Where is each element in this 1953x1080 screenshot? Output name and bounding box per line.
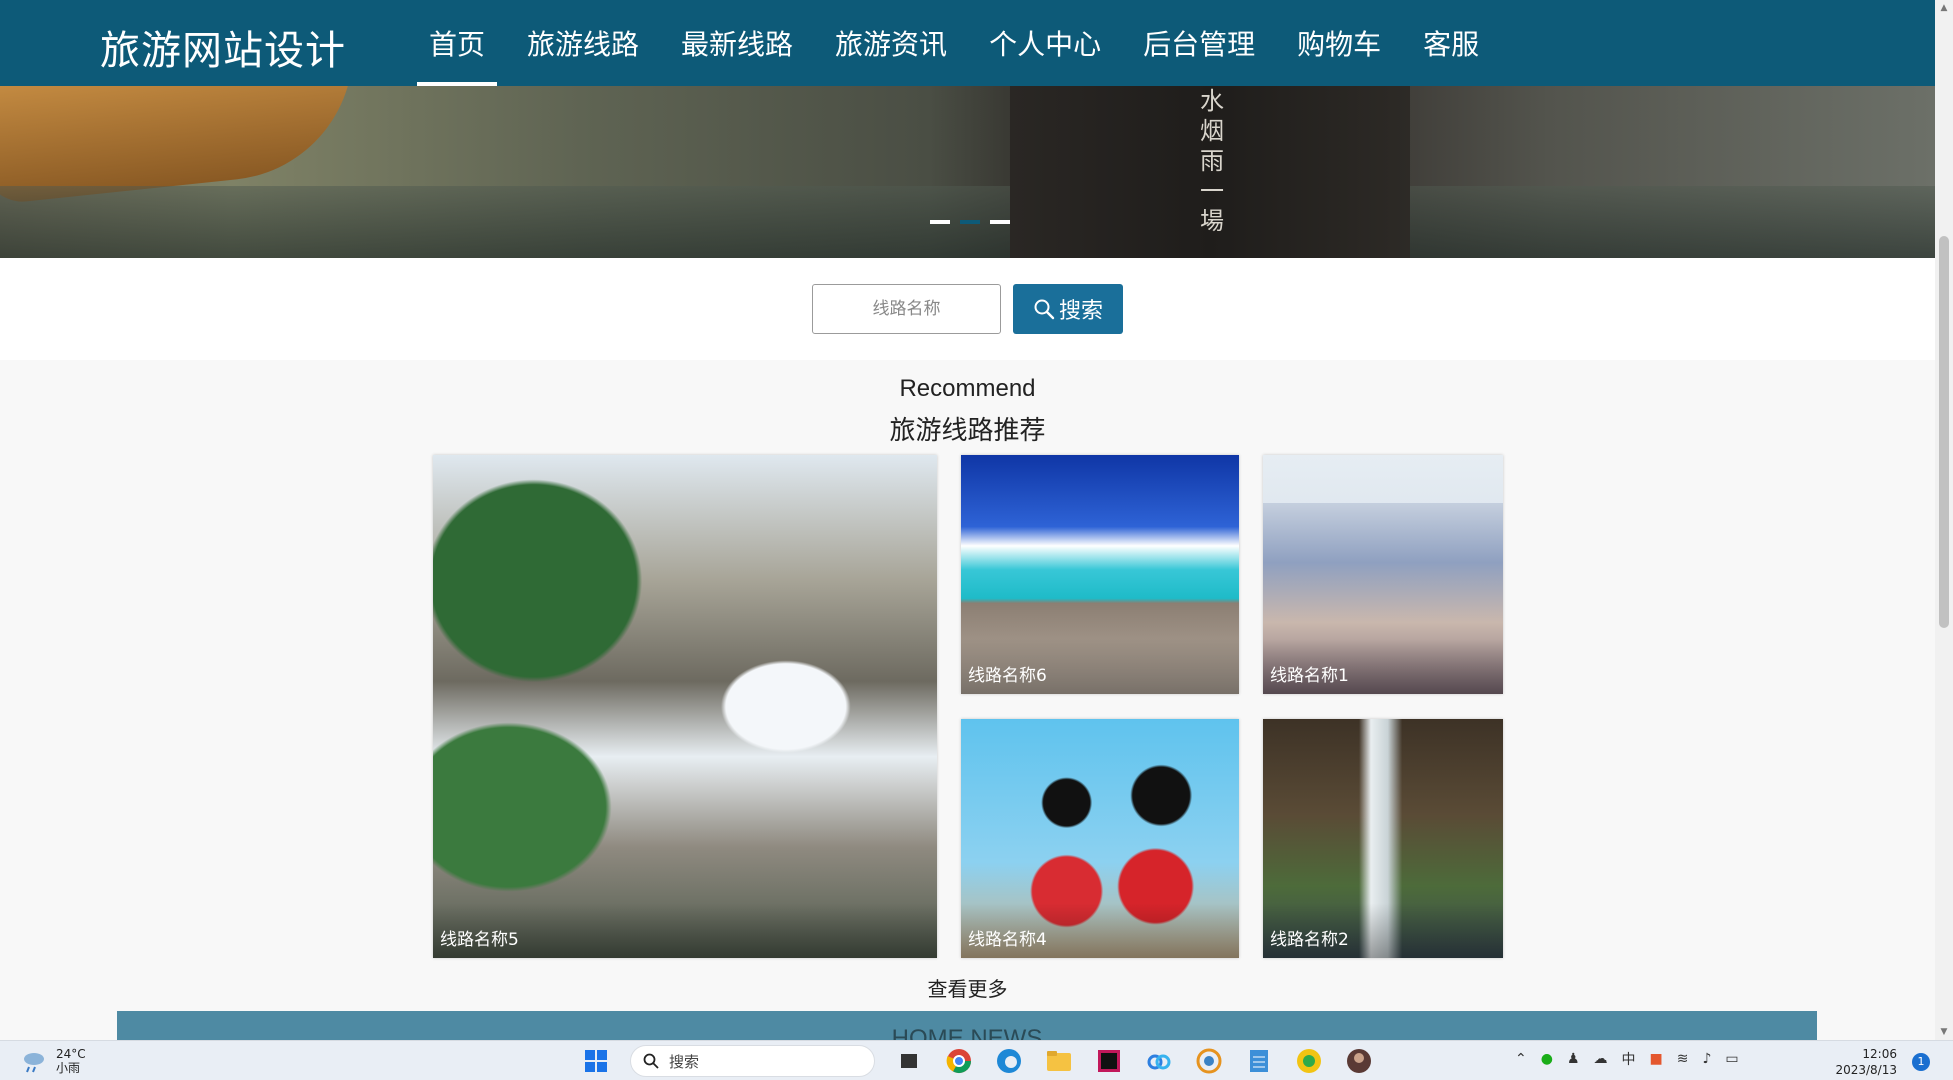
security-app-icon[interactable]: ■ xyxy=(1650,1051,1663,1067)
nav-item-cart[interactable]: 购物车 xyxy=(1283,0,1395,86)
route-card[interactable]: 线路名称1 xyxy=(1263,455,1503,694)
nav-item-customer-service[interactable]: 客服 xyxy=(1409,0,1493,86)
volume-icon[interactable]: ♪ xyxy=(1702,1051,1711,1067)
ime-indicator[interactable]: 中 xyxy=(1622,1049,1636,1069)
main-nav: 首页 旅游线路 最新线路 旅游资讯 个人中心 后台管理 购物车 客服 xyxy=(415,0,1507,86)
page-scrollbar[interactable]: ▲ ▼ xyxy=(1935,0,1953,1040)
baidu-netdisk-icon[interactable] xyxy=(1143,1045,1175,1077)
clock-date: 2023/8/13 xyxy=(1835,1063,1897,1077)
user-app-icon[interactable] xyxy=(1343,1045,1375,1077)
music-app-icon[interactable] xyxy=(1293,1045,1325,1077)
route-card[interactable]: 线路名称4 xyxy=(961,719,1239,958)
search-icon xyxy=(643,1053,659,1069)
banner-dot-2[interactable] xyxy=(960,220,980,224)
route-name-input[interactable] xyxy=(812,284,1001,334)
route-card-caption: 线路名称4 xyxy=(961,903,1239,958)
nav-item-admin[interactable]: 后台管理 xyxy=(1129,0,1269,86)
scroll-up-icon[interactable]: ▲ xyxy=(1935,0,1953,16)
route-card[interactable]: 线路名称2 xyxy=(1263,719,1503,958)
weather-temp: 24°C xyxy=(56,1047,86,1061)
browser-alt-icon[interactable] xyxy=(1193,1045,1225,1077)
search-bar: 搜索 xyxy=(812,284,1123,334)
chrome-icon[interactable] xyxy=(943,1045,975,1077)
scroll-thumb[interactable] xyxy=(1939,236,1949,628)
view-more-link[interactable]: 查看更多 xyxy=(0,973,1935,1002)
qq-icon[interactable]: ♟ xyxy=(1567,1051,1580,1067)
battery-icon[interactable]: ▭ xyxy=(1725,1051,1738,1067)
route-card-caption: 线路名称5 xyxy=(433,903,937,958)
taskbar-apps: 搜索 xyxy=(580,1045,1393,1077)
wifi-icon[interactable]: ≋ xyxy=(1677,1051,1689,1067)
task-view-icon[interactable] xyxy=(893,1045,925,1077)
news-title: HOME NEWS xyxy=(891,1025,1043,1040)
nav-item-home[interactable]: 首页 xyxy=(415,0,499,86)
banner-dots xyxy=(930,220,1010,224)
cloud-icon[interactable]: ☁ xyxy=(1594,1051,1608,1067)
weather-widget[interactable]: 24°C 小雨 xyxy=(20,1047,86,1075)
intellij-icon[interactable] xyxy=(1093,1045,1125,1077)
chevron-up-icon[interactable]: ⌃ xyxy=(1515,1051,1527,1067)
site-header: 旅游网站设计 首页 旅游线路 最新线路 旅游资讯 个人中心 后台管理 购物车 客… xyxy=(0,0,1935,86)
route-card[interactable]: 线路名称6 xyxy=(961,455,1239,694)
banner-dot-3[interactable] xyxy=(990,220,1010,224)
windows-start-icon[interactable] xyxy=(580,1045,612,1077)
file-explorer-icon[interactable] xyxy=(1043,1045,1075,1077)
nav-item-routes[interactable]: 旅游线路 xyxy=(513,0,653,86)
search-icon xyxy=(1034,299,1055,320)
route-card-caption: 线路名称6 xyxy=(961,639,1239,694)
hero-banner: 水烟雨一場 xyxy=(0,86,1935,258)
scroll-down-icon[interactable]: ▼ xyxy=(1935,1024,1953,1040)
notification-badge[interactable]: 1 xyxy=(1912,1053,1930,1071)
site-brand[interactable]: 旅游网站设计 xyxy=(100,18,346,76)
news-section: HOME NEWS xyxy=(117,1011,1817,1040)
route-card[interactable]: 线路名称5 xyxy=(433,455,937,958)
search-button-label: 搜索 xyxy=(1058,299,1103,324)
taskbar-search[interactable]: 搜索 xyxy=(630,1045,875,1077)
wechat-icon[interactable]: ● xyxy=(1541,1051,1553,1067)
system-tray: ⌃ ● ♟ ☁ 中 ■ ≋ ♪ ▭ xyxy=(1515,1049,1739,1069)
clock-time: 12:06 xyxy=(1862,1047,1897,1061)
nav-item-travel-news[interactable]: 旅游资讯 xyxy=(821,0,961,86)
browser-page: 旅游网站设计 首页 旅游线路 最新线路 旅游资讯 个人中心 后台管理 购物车 客… xyxy=(0,0,1935,1040)
weather-desc: 小雨 xyxy=(56,1061,81,1075)
recommend-title-en: Recommend xyxy=(899,375,1036,402)
recommend-title-cn: 旅游线路推荐 xyxy=(889,416,1046,446)
nav-item-user-center[interactable]: 个人中心 xyxy=(975,0,1115,86)
banner-dot-1[interactable] xyxy=(930,220,950,224)
route-card-caption: 线路名称1 xyxy=(1263,639,1503,694)
taskbar: 24°C 小雨 搜索 ⌃ ● ♟ ☁ 中 ■ ≋ ♪ ▭ 12:06 2023/… xyxy=(0,1040,1953,1080)
nav-item-latest-routes[interactable]: 最新线路 xyxy=(667,0,807,86)
taskbar-search-label: 搜索 xyxy=(669,1052,700,1071)
search-button[interactable]: 搜索 xyxy=(1013,284,1123,334)
rain-cloud-icon xyxy=(24,1053,44,1073)
edge-icon[interactable] xyxy=(993,1045,1025,1077)
notepad-icon[interactable] xyxy=(1243,1045,1275,1077)
route-card-caption: 线路名称2 xyxy=(1263,903,1503,958)
taskbar-clock[interactable]: 12:06 2023/8/13 xyxy=(1835,1046,1897,1078)
banner-vertical-text: 水烟雨一場 xyxy=(1200,87,1224,235)
